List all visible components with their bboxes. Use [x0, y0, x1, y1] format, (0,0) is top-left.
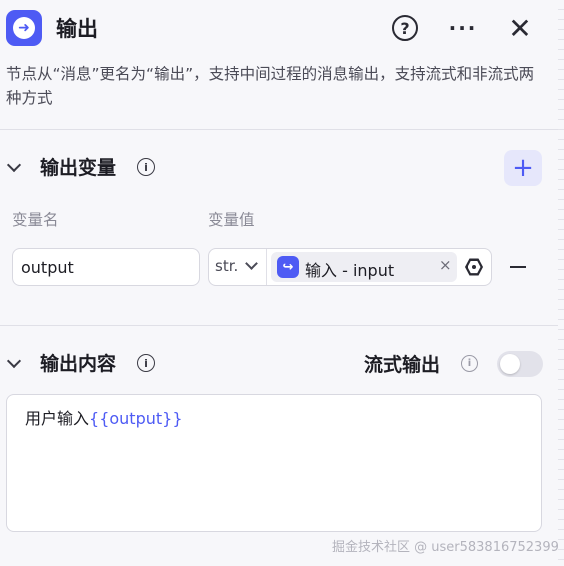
- section-divider: [0, 129, 558, 130]
- info-icon[interactable]: i: [461, 355, 478, 372]
- remove-reference-icon[interactable]: ×: [439, 256, 452, 274]
- input-node-icon: ↪: [277, 256, 299, 278]
- panel-header: ➜ 输出 ? ··· ✕: [0, 0, 558, 56]
- more-options-icon[interactable]: ···: [448, 13, 478, 43]
- node-description: 节点从“消息”更名为“输出”，支持中间过程的消息输出，支持流式和非流式两种方式: [6, 65, 535, 107]
- chevron-down-icon[interactable]: [6, 354, 24, 372]
- output-node-icon: ➜: [6, 10, 42, 46]
- reference-label: 输入 - input: [305, 261, 395, 280]
- output-arrow-icon: ➜: [13, 17, 35, 39]
- info-icon[interactable]: i: [137, 158, 155, 176]
- section-divider: [0, 325, 558, 326]
- variable-name-input[interactable]: [12, 248, 200, 286]
- chevron-down-icon: [245, 257, 258, 270]
- stream-output-toggle[interactable]: [497, 351, 543, 377]
- variable-reference-tag[interactable]: ↪ 输入 - input ×: [271, 252, 457, 282]
- content-variable: {{output}}: [89, 409, 183, 428]
- help-icon: ?: [392, 15, 418, 41]
- column-label-name: 变量名: [12, 211, 59, 229]
- output-content-editor[interactable]: 用户输入{{output}}: [6, 394, 542, 532]
- variable-type-value: str.: [215, 257, 239, 275]
- variable-type-select[interactable]: str.: [209, 249, 267, 285]
- scrollbar-track[interactable]: [558, 0, 564, 566]
- info-icon[interactable]: i: [137, 354, 155, 372]
- add-variable-button[interactable]: +: [504, 150, 542, 186]
- output-node-panel: ➜ 输出 ? ··· ✕ 节点从“消息”更名为“输出”，支持中间过程的消息输出，…: [0, 0, 564, 566]
- stream-output-label: 流式输出: [364, 354, 441, 376]
- remove-variable-button[interactable]: [508, 255, 528, 279]
- variable-value-field[interactable]: str. ↪ 输入 - input ×: [208, 248, 492, 286]
- column-label-value: 变量值: [208, 211, 255, 229]
- close-icon[interactable]: ✕: [505, 12, 535, 45]
- output-variables-title: 输出变量: [40, 157, 117, 179]
- node-title[interactable]: 输出: [56, 13, 98, 43]
- variable-picker-icon[interactable]: [463, 256, 485, 278]
- content-text: 用户输入: [25, 409, 90, 428]
- output-content-title: 输出内容: [40, 353, 117, 375]
- help-button[interactable]: ?: [390, 13, 420, 43]
- chevron-down-icon[interactable]: [6, 158, 24, 176]
- watermark: 掘金技术社区 @ user5838167523996: [332, 540, 564, 555]
- output-variables-header[interactable]: 输出变量 i: [0, 148, 558, 184]
